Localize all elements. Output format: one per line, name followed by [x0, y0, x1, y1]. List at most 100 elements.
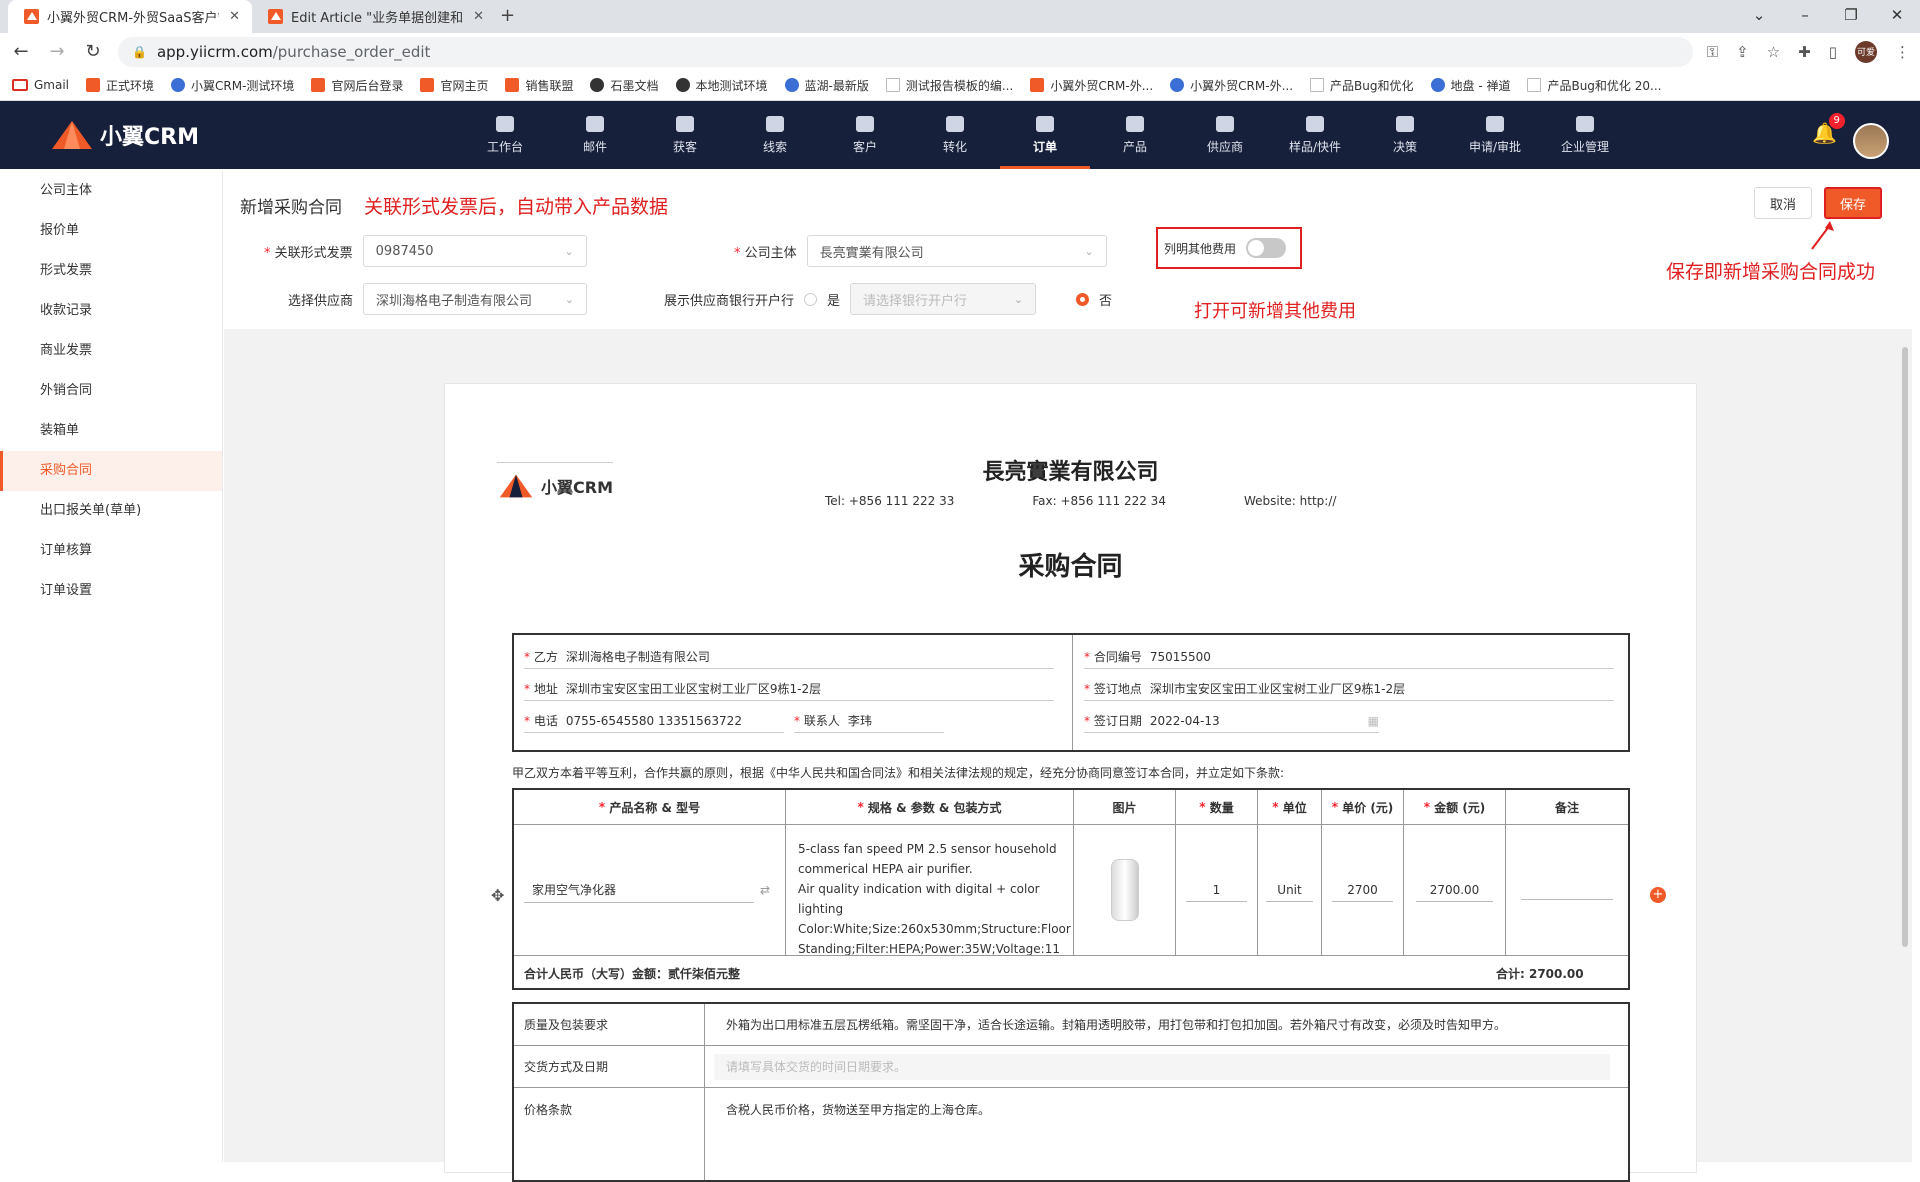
sign-date-field[interactable]: * 签订日期 2022-04-13 ▦	[1084, 709, 1379, 733]
nav-label: 获客	[672, 139, 697, 154]
bookmark-item[interactable]: 小翼外贸CRM-外...	[1030, 77, 1153, 94]
bookmark-item[interactable]: 正式环境	[86, 77, 154, 94]
invoice-select[interactable]: 0987450 ⌄	[362, 235, 587, 267]
phone-field[interactable]: * 电话 0755-6545580 13351563722	[524, 709, 784, 733]
forward-icon[interactable]: →	[46, 41, 68, 62]
product-name-cell[interactable]: 家用空气净化器 ⇄	[514, 825, 786, 955]
star-icon[interactable]: ☆	[1767, 43, 1780, 61]
bookmark-item[interactable]: 本地测试环境	[675, 77, 768, 94]
bookmark-item[interactable]: 官网主页	[420, 77, 488, 94]
restore-icon[interactable]: ❐	[1828, 0, 1874, 33]
cancel-button[interactable]: 取消	[1754, 187, 1812, 219]
nav-item[interactable]: 获客	[640, 101, 730, 169]
bookmark-item[interactable]: 地盘 - 禅道	[1430, 77, 1510, 94]
drag-handle-icon[interactable]: ✥	[491, 886, 504, 905]
unit-cell[interactable]: Unit	[1258, 825, 1322, 955]
entity-select[interactable]: 長亮實業有限公司 ⌄	[806, 235, 1107, 267]
address-field[interactable]: * 地址 深圳市宝安区宝田工业区宝树工业厂区9栋1-2层	[524, 677, 1054, 701]
sidebar-item[interactable]: 形式发票	[0, 251, 222, 291]
bookmark-item[interactable]: 官网后台登录	[311, 77, 403, 94]
profile-avatar[interactable]: 可爱	[1855, 40, 1877, 63]
key-icon[interactable]: ⚿	[1707, 43, 1718, 61]
bookmark-item[interactable]: 小翼外贸CRM-外...	[1170, 77, 1293, 94]
nav-item[interactable]: 样品/快件	[1270, 101, 1360, 169]
bank-no-radio[interactable]	[1076, 292, 1090, 306]
tab-search-icon[interactable]: ⌄	[1736, 0, 1782, 33]
nav-item[interactable]: 产品	[1090, 101, 1180, 169]
bookmark-item[interactable]: 小翼CRM-测试环境	[171, 77, 294, 94]
scrollbar[interactable]	[1902, 347, 1908, 947]
browser-tab[interactable]: Edit Article "业务单据创建和关联 ✕	[252, 0, 496, 33]
term-input[interactable]: 请填写具体交货的时间日期要求。	[714, 1046, 1610, 1087]
qty-cell[interactable]: 1	[1176, 825, 1258, 955]
sidebar-item[interactable]: 外销合同	[0, 371, 222, 411]
browser-tab[interactable]: 小翼外贸CRM-外贸SaaS客户管理 ✕	[8, 0, 252, 33]
contact-field[interactable]: * 联系人 李玮	[794, 709, 944, 733]
sidebar-item[interactable]: 出口报关单(草单)	[0, 491, 222, 531]
nav-item[interactable]: 客户	[820, 101, 910, 169]
remark-cell[interactable]	[1506, 825, 1628, 955]
bookmark-item[interactable]: 产品Bug和优化	[1310, 77, 1414, 94]
back-icon[interactable]: ←	[10, 41, 32, 62]
nav-item[interactable]: 工作台	[460, 101, 550, 169]
swap-icon[interactable]: ⇄	[760, 883, 770, 897]
nav-label: 产品	[1122, 139, 1147, 154]
save-button[interactable]: 保存	[1824, 187, 1882, 219]
bank-yes-radio[interactable]	[804, 292, 818, 306]
bookmark-item[interactable]: 销售联盟	[505, 77, 573, 94]
share-icon[interactable]: ⇪	[1736, 43, 1749, 61]
sidebar-item[interactable]: 订单核算	[0, 531, 222, 571]
sidebar-item[interactable]: 订单设置	[0, 571, 222, 611]
new-tab-icon[interactable]: +	[500, 5, 515, 26]
sidepanel-icon[interactable]: ▯	[1829, 43, 1837, 61]
price-cell[interactable]: 2700	[1322, 825, 1404, 955]
nav-label: 样品/快件	[1288, 139, 1342, 154]
contract-no-field[interactable]: * 合同编号 75015500	[1084, 645, 1614, 669]
nav-item[interactable]: 线索	[730, 101, 820, 169]
url-input[interactable]: 🔒 app.yiicrm.com/purchase_order_edit	[118, 36, 1693, 67]
bookmark-item[interactable]: 产品Bug和优化 20...	[1527, 77, 1661, 94]
sidebar-item[interactable]: 采购合同	[0, 451, 222, 491]
nav-item[interactable]: 企业管理	[1540, 101, 1630, 169]
bell-icon[interactable]: 🔔 9	[1812, 113, 1845, 145]
party-b-field[interactable]: * 乙方 深圳海格电子制造有限公司	[524, 645, 1054, 669]
bookmark-item[interactable]: 石墨文档	[590, 77, 659, 94]
extensions-icon[interactable]: ✚	[1798, 43, 1811, 61]
bookmark-item[interactable]: 蓝湖-最新版	[784, 77, 869, 94]
nav-item[interactable]: 订单	[1000, 101, 1090, 169]
user-avatar[interactable]	[1853, 123, 1889, 159]
nav-item[interactable]: 供应商	[1180, 101, 1270, 169]
add-row-icon[interactable]: +	[1650, 887, 1666, 903]
total-row: 合计人民币（大写）金额：贰仟柒佰元整 合计: 2700.00	[514, 955, 1628, 988]
sidebar-item[interactable]: 报价单	[0, 211, 222, 251]
sign-place-field[interactable]: * 签订地点 深圳市宝安区宝田工业区宝树工业厂区9栋1-2层	[1084, 677, 1614, 701]
minimize-icon[interactable]: –	[1782, 0, 1828, 33]
reload-icon[interactable]: ↻	[82, 41, 104, 62]
bank-select[interactable]: 请选择银行开户行 ⌄	[850, 283, 1037, 315]
contract-document: 小翼CRM 長亮實業有限公司 Tel: +856 111 222 33 Fax:…	[444, 383, 1697, 1182]
app-top-nav: 小翼CRM 工作台 邮件 获客 线索 客户 转化 订单 产品 供应商 样品/快件 决策 申请/审批 企业…	[0, 101, 1920, 169]
nav-item[interactable]: 转化	[910, 101, 1000, 169]
supplier-select[interactable]: 深圳海格电子制造有限公司 ⌄	[363, 283, 588, 315]
term-value[interactable]: 含税人民币价格，货物送至甲方指定的上海仓库。	[726, 1088, 990, 1130]
sidebar-item[interactable]: 商业发票	[0, 331, 222, 371]
close-icon[interactable]: ✕	[229, 9, 240, 24]
sidebar-item[interactable]: 装箱单	[0, 411, 222, 451]
menu-icon[interactable]: ⋮	[1895, 43, 1910, 61]
other-fees-switch[interactable]	[1246, 238, 1287, 258]
sidebar-item[interactable]: 公司主体	[0, 171, 222, 211]
amount-cell[interactable]: 2700.00	[1404, 825, 1506, 955]
app-logo[interactable]: 小翼CRM	[50, 119, 199, 151]
close-window-icon[interactable]: ✕	[1874, 0, 1920, 33]
image-cell[interactable]	[1074, 825, 1176, 955]
term-value[interactable]: 外箱为出口用标准五层瓦楞纸箱。需坚固干净，适合长途运输。封箱用透明胶带，用打包带…	[726, 1004, 1506, 1045]
other-fees-toggle-box: 列明其他费用	[1156, 227, 1302, 269]
close-icon[interactable]: ✕	[473, 9, 484, 24]
spec-cell[interactable]: 5-class fan speed PM 2.5 sensor househol…	[786, 825, 1074, 955]
bookmark-item[interactable]: Gmail	[12, 78, 69, 92]
nav-item[interactable]: 申请/审批	[1450, 101, 1540, 169]
bookmark-item[interactable]: 测试报告模板的编...	[885, 77, 1013, 94]
sidebar-item[interactable]: 收款记录	[0, 291, 222, 331]
nav-item[interactable]: 决策	[1360, 101, 1450, 169]
nav-item[interactable]: 邮件	[550, 101, 640, 169]
